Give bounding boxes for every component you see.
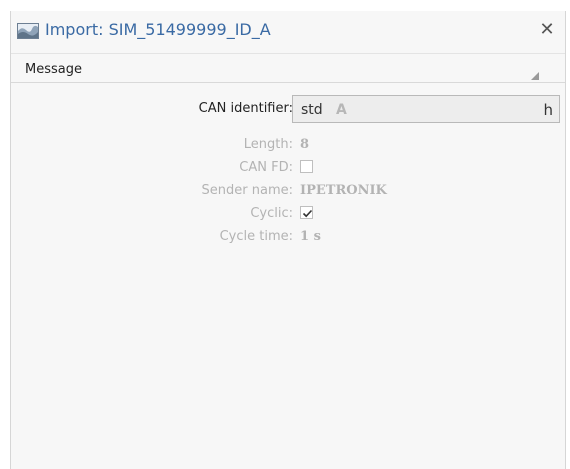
length-label: Length: <box>243 137 293 152</box>
cyclic-row: Cyclic: <box>11 203 565 225</box>
can-identifier-row: CAN identifier: std A h <box>11 95 565 123</box>
cyclic-checkbox[interactable] <box>300 206 313 219</box>
chart-area-icon <box>17 23 39 39</box>
can-fd-label: CAN FD: <box>239 160 293 175</box>
section-title: Message <box>25 62 82 77</box>
expand-triangle-icon[interactable] <box>531 65 539 80</box>
checkmark-icon <box>302 209 313 218</box>
length-value: 8 <box>300 137 310 152</box>
can-fd-checkbox[interactable] <box>300 160 313 173</box>
can-identifier-label: CAN identifier: <box>198 101 293 116</box>
import-panel: Import: SIM_51499999_ID_A ✕ Message CAN … <box>10 11 566 469</box>
can-identifier-suffix: h <box>543 101 553 119</box>
can-fd-row: CAN FD: <box>11 157 565 179</box>
cycle-time-value: 1 s <box>300 229 321 244</box>
sender-name-label: Sender name: <box>201 183 293 198</box>
panel-title: Import: SIM_51499999_ID_A <box>45 20 271 39</box>
sender-name-row: Sender name: IPETRONIK <box>11 180 565 202</box>
message-section-header[interactable]: Message <box>11 54 565 83</box>
close-button[interactable]: ✕ <box>537 19 557 41</box>
cyclic-label: Cyclic: <box>250 206 293 221</box>
cycle-time-label: Cycle time: <box>219 229 293 244</box>
cycle-time-row: Cycle time: 1 s <box>11 226 565 248</box>
close-icon: ✕ <box>539 19 555 40</box>
panel-titlebar: Import: SIM_51499999_ID_A ✕ <box>11 11 565 54</box>
can-identifier-value: A <box>336 102 347 118</box>
can-identifier-input[interactable]: std A h <box>292 95 560 123</box>
length-row: Length: 8 <box>11 134 565 156</box>
sender-name-value: IPETRONIK <box>300 183 387 198</box>
can-identifier-prefix: std <box>301 102 323 118</box>
